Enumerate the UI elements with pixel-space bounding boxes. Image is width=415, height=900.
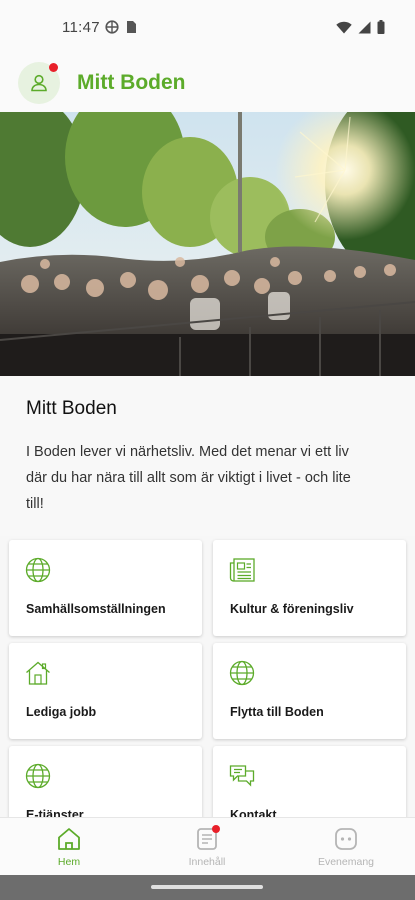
globe-icon <box>25 557 51 583</box>
tile-label: Samhällsomställningen <box>26 602 166 616</box>
intro-section: Mitt Boden I Boden lever vi närhetsliv. … <box>0 376 415 536</box>
tile-lediga-jobb[interactable]: Lediga jobb <box>9 643 202 739</box>
nav-item-hem[interactable]: Hem <box>0 818 138 876</box>
status-bar: 11:47 <box>0 0 415 56</box>
globe-icon <box>25 763 51 789</box>
system-navigation-bar <box>0 875 415 900</box>
nav-label: Innehåll <box>188 856 226 868</box>
tile-label: Flytta till Boden <box>230 705 324 719</box>
intro-text: I Boden lever vi närhetsliv. Med det men… <box>26 439 389 517</box>
status-left-icons <box>105 20 137 34</box>
nav-item-innehall[interactable]: Innehåll <box>138 818 276 876</box>
intro-text-line: där du har nära till allt som är viktigt… <box>26 470 351 486</box>
vpn-globe-icon <box>105 20 119 34</box>
user-icon <box>31 74 47 92</box>
nav-item-evenemang[interactable]: Evenemang <box>277 818 415 876</box>
nav-label: Evenemang <box>317 856 375 868</box>
profile-button[interactable] <box>18 62 60 104</box>
notification-dot <box>49 63 58 72</box>
tile-samhallsomstallningen[interactable]: Samhällsomställningen <box>9 540 202 636</box>
intro-title: Mitt Boden <box>26 398 117 419</box>
bottom-nav: Hem Innehåll Evenemang <box>0 817 415 875</box>
event-icon <box>335 828 357 850</box>
sim-card-icon <box>127 21 136 33</box>
concert-crowd-photo <box>0 112 415 376</box>
tile-label: Lediga jobb <box>26 705 97 719</box>
notification-dot <box>212 825 220 833</box>
house-icon <box>26 661 50 685</box>
app-title: Mitt Boden <box>77 71 186 94</box>
newspaper-icon <box>229 558 255 582</box>
intro-text-line: I Boden lever vi närhetsliv. Med det men… <box>26 444 349 460</box>
tile-kultur-foreningsliv[interactable]: Kultur & föreningsliv <box>213 540 406 636</box>
chat-icon <box>229 765 255 787</box>
home-icon <box>58 828 80 850</box>
tile-flytta-till-boden[interactable]: Flytta till Boden <box>213 643 406 739</box>
status-time: 11:47 <box>62 19 100 36</box>
globe-icon <box>229 660 255 686</box>
app-header: Mitt Boden <box>0 56 415 112</box>
home-indicator[interactable] <box>151 885 263 889</box>
battery-icon <box>377 20 385 34</box>
hero-image <box>0 112 415 376</box>
tile-label: Kultur & föreningsliv <box>230 602 354 616</box>
intro-text-line: till! <box>26 496 44 512</box>
status-right-icons <box>336 20 385 34</box>
wifi-icon <box>336 21 352 33</box>
nav-label: Hem <box>57 856 81 868</box>
signal-icon <box>358 21 371 33</box>
